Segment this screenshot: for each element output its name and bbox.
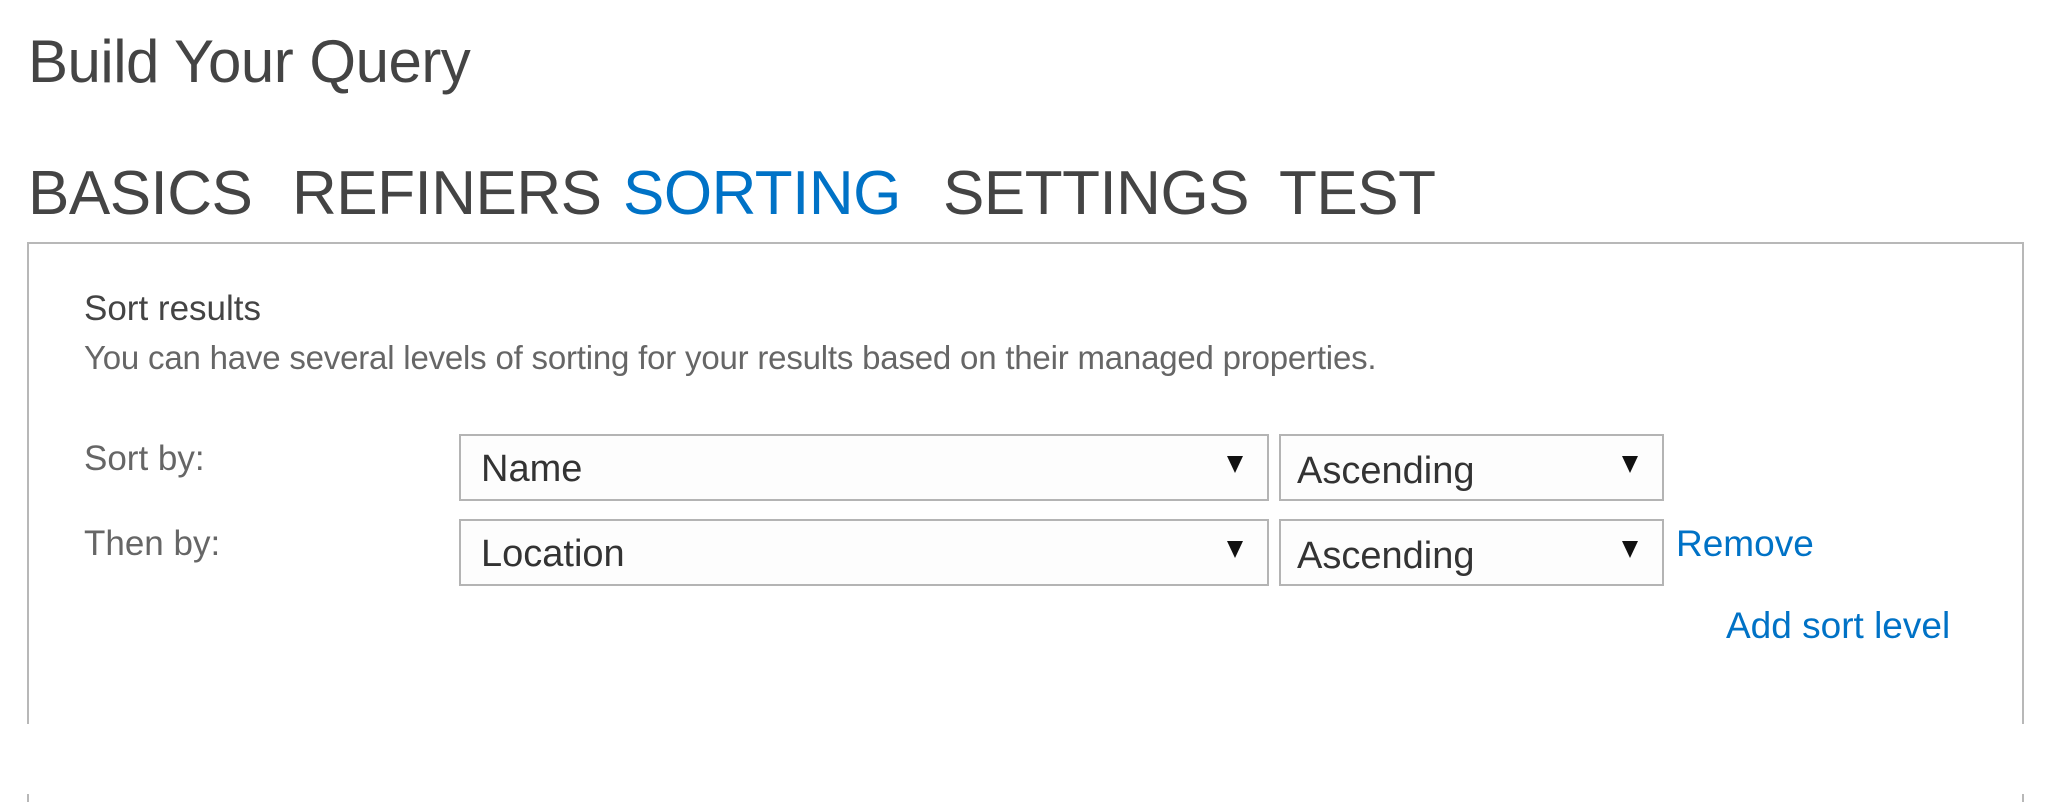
remove-sort-level-link[interactable]: Remove: [1676, 522, 1814, 566]
sort-by-property-value: Name: [481, 448, 583, 490]
sort-by-property-select[interactable]: Name: [459, 434, 1269, 501]
page-title: Build Your Query: [28, 28, 471, 95]
then-by-direction-value: Ascending: [1297, 535, 1475, 577]
chevron-down-icon: [1227, 456, 1243, 473]
tab-refiners[interactable]: REFINERS: [292, 158, 602, 230]
tab-sorting[interactable]: SORTING: [623, 158, 901, 230]
chevron-down-icon: [1227, 541, 1243, 558]
section-description: You can have several levels of sorting f…: [84, 339, 1377, 376]
then-by-property-select[interactable]: Location: [459, 519, 1269, 586]
section-title: Sort results: [84, 289, 261, 328]
chevron-down-icon: [1622, 541, 1638, 558]
tab-test[interactable]: TEST: [1279, 158, 1436, 230]
sort-by-direction-select[interactable]: Ascending: [1279, 434, 1664, 501]
tab-settings[interactable]: SETTINGS: [943, 158, 1250, 230]
then-by-direction-select[interactable]: Ascending: [1279, 519, 1664, 586]
tab-basics[interactable]: BASICS: [28, 158, 253, 230]
add-sort-level-link[interactable]: Add sort level: [1726, 604, 1950, 648]
panel-clip: [0, 724, 2048, 794]
then-by-label: Then by:: [84, 524, 221, 563]
chevron-down-icon: [1622, 456, 1638, 473]
sort-by-label: Sort by:: [84, 439, 205, 478]
sort-by-direction-value: Ascending: [1297, 450, 1475, 492]
then-by-property-value: Location: [481, 533, 625, 575]
